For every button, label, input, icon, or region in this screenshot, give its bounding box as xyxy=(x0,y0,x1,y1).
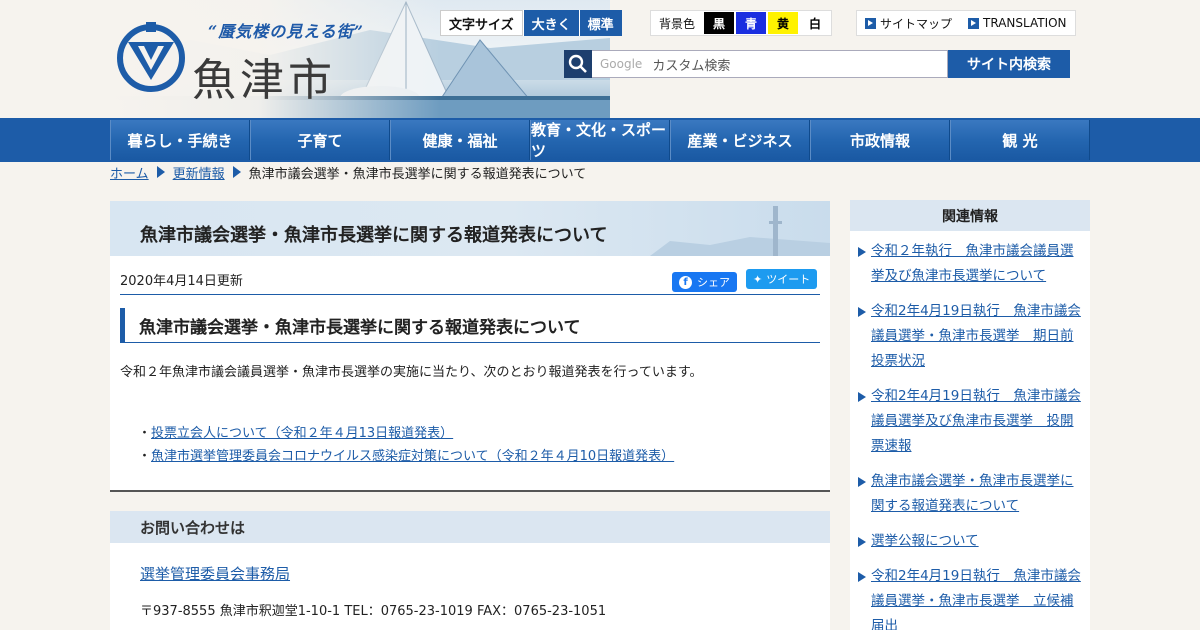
page-title-banner: 魚津市議会選挙・魚津市長選挙に関する報道発表について xyxy=(110,201,830,256)
related-item: 令和2年4月19日執行 魚津市議会議員選挙・魚津市長選挙 立候補届出 xyxy=(858,564,1082,630)
list-item: ・魚津市選挙管理委員会コロナウイルス感染症対策について（令和２年４月10日報道発… xyxy=(138,449,675,464)
font-size-large-button[interactable]: 大きく xyxy=(522,10,579,36)
nav-item-education[interactable]: 教育・文化・スポーツ xyxy=(530,120,670,160)
nav-item-business[interactable]: 産業・ビジネス xyxy=(670,120,810,160)
related-link-5[interactable]: 選挙公報について xyxy=(871,533,979,549)
bg-yellow-button[interactable]: 黄 xyxy=(768,12,799,34)
search-input[interactable]: Google カスタム検索 xyxy=(592,50,948,78)
nav-item-city-info[interactable]: 市政情報 xyxy=(810,120,950,160)
google-brand: Google xyxy=(600,57,643,71)
site-header: “蜃気楼の見える街” 魚津市 文字サイズ 大きく 標準 背景色 黒 青 黄 白 … xyxy=(0,0,1200,118)
related-item: 令和２年執行 魚津市議会議員選挙及び魚津市長選挙について xyxy=(858,239,1082,289)
catch-copy: “蜃気楼の見える街” xyxy=(208,22,364,41)
nav-item-childcare[interactable]: 子育て xyxy=(250,120,390,160)
facebook-share-button[interactable]: f シェア xyxy=(672,272,737,292)
nav-item-living[interactable]: 暮らし・手続き xyxy=(110,120,250,160)
font-size-standard-button[interactable]: 標準 xyxy=(578,10,622,36)
global-nav: 暮らし・手続き 子育て 健康・福祉 教育・文化・スポーツ 産業・ビジネス 市政情… xyxy=(0,118,1200,162)
utility-links: サイトマップ TRANSLATION xyxy=(856,10,1076,36)
breadcrumb-updates-link[interactable]: 更新情報 xyxy=(173,163,225,182)
bg-black-button[interactable]: 黒 xyxy=(704,12,735,34)
contact-address: 〒937-8555 魚津市釈迦堂1-10-1 TEL：0765-23-1019 … xyxy=(140,604,607,619)
breadcrumb-current: 魚津市議会選挙・魚津市長選挙に関する報道発表について xyxy=(248,166,587,182)
related-link-6[interactable]: 令和2年4月19日執行 魚津市議会議員選挙・魚津市長選挙 立候補届出 xyxy=(871,568,1081,630)
site-search-button[interactable]: サイト内検索 xyxy=(948,50,1070,78)
contact-heading: お問い合わせは xyxy=(110,511,830,543)
article-body: 2020年4月14日更新 f シェア ✦ ツイート 魚津市議会選挙・魚津市長選挙に関… xyxy=(110,256,830,492)
twitter-bird-icon: ✦ xyxy=(753,272,763,286)
contact-box: 選挙管理委員会事務局 〒937-8555 魚津市釈迦堂1-10-1 TEL：07… xyxy=(110,543,830,630)
divider xyxy=(120,294,820,295)
sitemap-link[interactable]: サイトマップ xyxy=(857,11,960,35)
updated-date: 2020年4月14日更新 xyxy=(120,274,243,289)
breadcrumb-home-link[interactable]: ホーム xyxy=(110,163,149,182)
nav-item-tourism[interactable]: 観 光 xyxy=(950,120,1090,160)
related-link-3[interactable]: 令和2年4月19日執行 魚津市議会議員選挙及び魚津市長選挙 投開票速報 xyxy=(871,388,1081,454)
search-placeholder: カスタム検索 xyxy=(652,58,731,74)
article-heading: 魚津市議会選挙・魚津市長選挙に関する報道発表について xyxy=(120,308,820,343)
related-item: 選挙公報について xyxy=(858,529,1082,554)
background-color-label: 背景色 xyxy=(659,16,696,31)
facebook-icon: f xyxy=(679,275,692,289)
translation-link[interactable]: TRANSLATION xyxy=(960,11,1075,35)
press-release-link-1[interactable]: 投票立会人について（令和２年４月13日報道発表） xyxy=(151,426,453,441)
related-item: 魚津市議会選挙・魚津市長選挙に関する報道発表について xyxy=(858,469,1082,519)
site-search: Google カスタム検索 サイト内検索 xyxy=(564,50,1070,78)
font-size-control: 文字サイズ 大きく 標準 xyxy=(440,10,622,36)
page-title: 魚津市議会選挙・魚津市長選挙に関する報道発表について xyxy=(140,225,608,246)
related-link-2[interactable]: 令和2年4月19日執行 魚津市議会議員選挙・魚津市長選挙 期日前投票状況 xyxy=(871,303,1081,369)
search-icon xyxy=(564,50,592,78)
city-emblem-logo xyxy=(117,22,185,92)
related-link-1[interactable]: 令和２年執行 魚津市議会議員選挙及び魚津市長選挙について xyxy=(871,243,1074,284)
arrow-right-icon xyxy=(865,17,876,29)
city-name-logo: 魚津市 xyxy=(192,55,336,106)
department-link[interactable]: 選挙管理委員会事務局 xyxy=(140,563,290,584)
related-info-heading: 関連情報 xyxy=(850,200,1090,231)
breadcrumb: ホーム 更新情報 魚津市議会選挙・魚津市長選挙に関する報道発表について xyxy=(110,162,586,182)
breadcrumb-arrow-icon xyxy=(232,166,241,178)
related-item: 令和2年4月19日執行 魚津市議会議員選挙・魚津市長選挙 期日前投票状況 xyxy=(858,299,1082,374)
breadcrumb-arrow-icon xyxy=(156,166,165,178)
font-size-label: 文字サイズ xyxy=(440,10,523,36)
press-release-link-2[interactable]: 魚津市選挙管理委員会コロナウイルス感染症対策について（令和２年４月10日報道発表… xyxy=(151,449,674,464)
related-info-sidebar: 関連情報 令和２年執行 魚津市議会議員選挙及び魚津市長選挙について 令和2年4月… xyxy=(850,200,1090,630)
bg-blue-button[interactable]: 青 xyxy=(736,12,767,34)
twitter-share-button[interactable]: ✦ ツイート xyxy=(746,269,818,289)
article-lead: 令和２年魚津市議会議員選挙・魚津市長選挙の実施に当たり、次のとおり報道発表を行っ… xyxy=(120,365,703,380)
arrow-right-icon xyxy=(968,17,980,29)
list-item: ・投票立会人について（令和２年４月13日報道発表） xyxy=(138,426,454,441)
nav-item-health[interactable]: 健康・福祉 xyxy=(390,120,530,160)
related-link-4[interactable]: 魚津市議会選挙・魚津市長選挙に関する報道発表について xyxy=(871,473,1074,514)
bg-white-button[interactable]: 白 xyxy=(800,12,831,34)
background-color-control: 背景色 黒 青 黄 白 xyxy=(650,10,833,36)
related-item: 令和2年4月19日執行 魚津市議会議員選挙及び魚津市長選挙 投開票速報 xyxy=(858,384,1082,459)
main-content: 魚津市議会選挙・魚津市長選挙に関する報道発表について 2020年4月14日更新 … xyxy=(110,201,830,630)
